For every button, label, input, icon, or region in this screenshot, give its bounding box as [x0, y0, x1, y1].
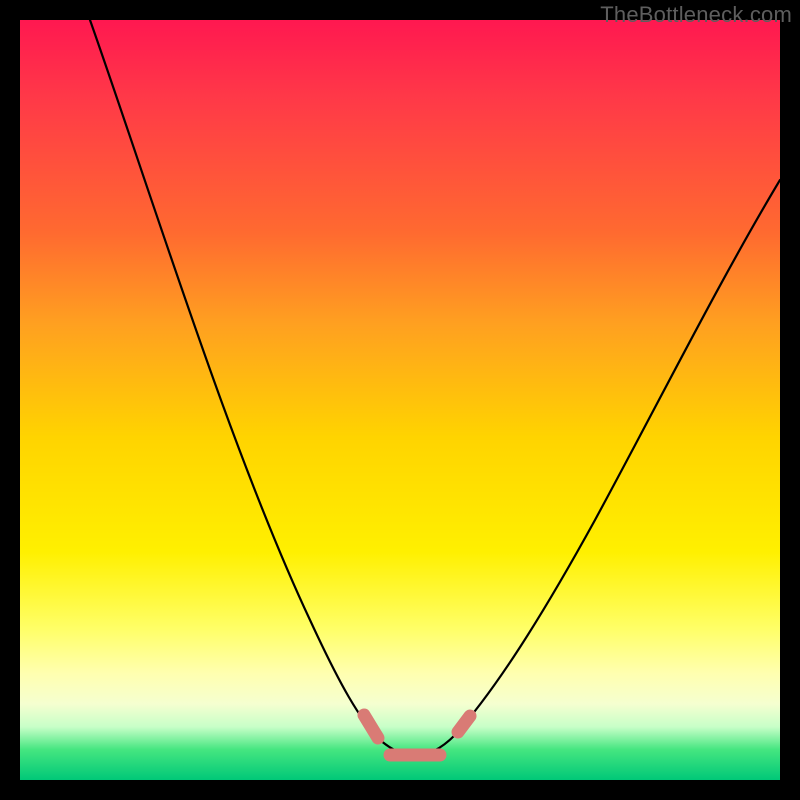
- valley-marker-group: [364, 715, 470, 755]
- valley-marker-left: [364, 715, 378, 738]
- chart-curve-layer: [20, 20, 780, 780]
- watermark-text: TheBottleneck.com: [600, 2, 792, 28]
- chart-plot-area: [20, 20, 780, 780]
- bottleneck-curve-line: [90, 20, 780, 755]
- chart-frame: TheBottleneck.com: [0, 0, 800, 800]
- valley-marker-right: [458, 716, 470, 732]
